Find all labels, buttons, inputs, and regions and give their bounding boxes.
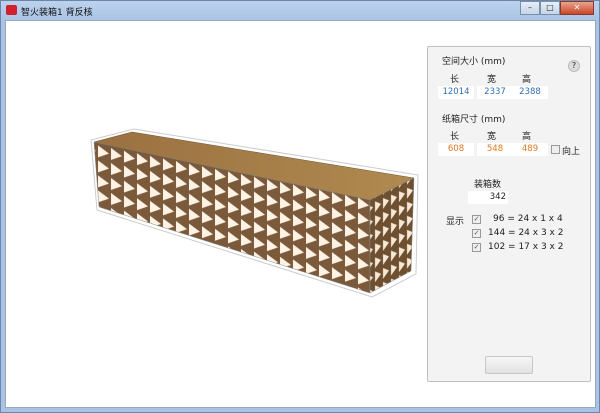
upright-label: 向上: [562, 147, 581, 157]
settings-panel: 空间大小 (mm) ? 长 宽 高 12014 2337 2388 纸箱尺寸 (…: [427, 46, 591, 382]
carton-count-label: 装箱数: [474, 180, 502, 190]
carton-count-value: 342: [468, 191, 508, 204]
window-title: 智火装箱1 背反核: [21, 8, 93, 18]
space-length-header: 长: [450, 75, 460, 85]
space-height-header: 高: [522, 75, 532, 85]
minimize-button[interactable]: –: [520, 1, 540, 15]
carton-height-header: 高: [522, 132, 532, 142]
space-width-header: 宽: [487, 75, 497, 85]
display-checkbox-2[interactable]: ✓: [472, 229, 481, 238]
space-length-value: 12014: [438, 86, 474, 99]
client-area: 空间大小 (mm) ? 长 宽 高 12014 2337 2388 纸箱尺寸 (…: [5, 20, 596, 408]
display-checkbox-1[interactable]: ✓: [472, 215, 481, 224]
display-item-1: 96 = 24 x 1 x 4: [493, 214, 563, 224]
upright-checkbox[interactable]: [551, 145, 560, 154]
space-height-value: 2388: [512, 86, 548, 99]
help-button[interactable]: ?: [568, 60, 580, 72]
maximize-button[interactable]: □: [540, 1, 560, 15]
space-width-value: 2337: [477, 86, 513, 99]
close-button[interactable]: ✕: [560, 1, 594, 15]
app-icon: [6, 5, 17, 15]
display-label: 显示: [446, 217, 465, 227]
display-item-3: 102 = 17 x 3 x 2: [488, 242, 564, 252]
carton-size-title: 纸箱尺寸 (mm): [442, 115, 506, 125]
carton-length-input[interactable]: 608: [438, 143, 474, 156]
display-checkbox-3[interactable]: ✓: [472, 243, 481, 252]
space-size-title: 空间大小 (mm): [442, 57, 506, 67]
app-window: 智火装箱1 背反核 – □ ✕ 空间大小 (mm) ? 长 宽 高 12014 …: [0, 0, 600, 413]
carton-width-input[interactable]: 548: [477, 143, 513, 156]
carton-width-header: 宽: [487, 132, 497, 142]
display-item-2: 144 = 24 x 3 x 2: [488, 228, 564, 238]
carton-height-input[interactable]: 489: [512, 143, 548, 156]
container-3d-view[interactable]: [6, 21, 421, 409]
carton-length-header: 长: [450, 132, 460, 142]
title-bar: 智火装箱1 背反核 – □ ✕: [1, 1, 599, 19]
action-button[interactable]: [485, 356, 533, 374]
